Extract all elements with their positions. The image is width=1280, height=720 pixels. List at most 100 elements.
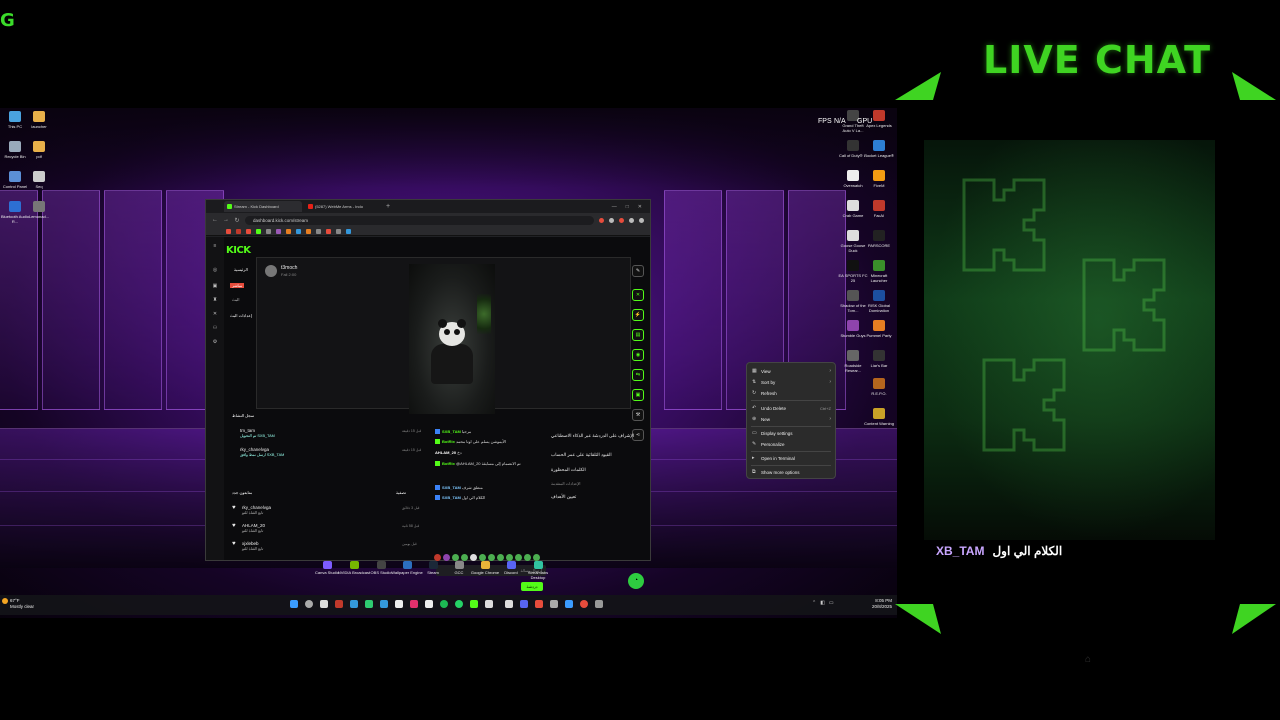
context-item-personalize[interactable]: ✎ Personalize xyxy=(752,439,831,449)
menu-banned-words[interactable]: الكلمات المحظورة xyxy=(551,467,586,473)
bookmark-icon[interactable] xyxy=(286,228,291,234)
desktop-icon-seq[interactable]: Seq xyxy=(24,171,54,189)
emote-icon[interactable] xyxy=(470,554,477,561)
system-tray[interactable]: ⌃◧▭ xyxy=(812,600,838,606)
context-item-show-more[interactable]: ⧉ Show more options xyxy=(752,467,831,477)
desktop-icon-fivem[interactable]: FiveM xyxy=(864,170,894,188)
trophy-icon[interactable]: ♜ xyxy=(211,297,219,303)
tab-kick-dashboard[interactable]: Stream - Kick Dashboard xyxy=(224,201,302,212)
menu-ai-moderation[interactable]: الإشراف على الدردشة عبر الذكاء الاصطناعي xyxy=(551,433,634,439)
emote-icon[interactable] xyxy=(524,554,531,561)
mod-tool-icon[interactable]: ✕ xyxy=(632,289,644,301)
context-item-view[interactable]: ▦ View › xyxy=(752,366,831,376)
emote-icon[interactable] xyxy=(533,554,540,561)
nav-stream[interactable]: البث xyxy=(232,297,239,302)
desktop-icon-rocket-league[interactable]: Rocket League® xyxy=(864,140,894,158)
instagram-icon[interactable] xyxy=(410,600,418,608)
store-icon[interactable] xyxy=(395,600,403,608)
forward-icon[interactable]: → xyxy=(223,217,229,223)
bookmark-icon[interactable] xyxy=(346,228,351,234)
clock[interactable]: 8:05 PM 20/8/2025 xyxy=(866,598,892,610)
context-item-open-terminal[interactable]: ▸ Open in Terminal xyxy=(752,453,831,463)
filter-button[interactable]: تصفية xyxy=(396,490,406,495)
kick-logo[interactable]: KICK xyxy=(226,245,251,256)
close-icon[interactable]: ✕ xyxy=(638,204,642,210)
bookmark-icon[interactable] xyxy=(256,228,261,234)
kick-icon[interactable] xyxy=(470,600,478,608)
extension-icon[interactable] xyxy=(609,217,614,223)
gift-icon[interactable]: ▣ xyxy=(632,389,644,401)
desktop-icon-launcher[interactable]: launcher xyxy=(24,111,54,129)
emote-icon[interactable] xyxy=(479,554,486,561)
menu-account-age[interactable]: القيود التلقائية على عمر الحساب xyxy=(551,452,612,458)
app-icon[interactable] xyxy=(565,600,573,608)
edge-icon[interactable] xyxy=(365,600,373,608)
stream-preview-card[interactable]: t3moch Fall 2:00 xyxy=(256,257,631,414)
app-icon[interactable] xyxy=(535,600,543,608)
menu-set-goals[interactable]: تعيين الأهداف xyxy=(551,494,576,500)
nav-stream-settings[interactable]: إعدادات البث xyxy=(230,313,252,318)
bookmark-icon[interactable] xyxy=(336,228,341,234)
emote-icon[interactable] xyxy=(497,554,504,561)
bolt-icon[interactable]: ⚡ xyxy=(632,309,644,321)
desktop-icon-risk[interactable]: RISK Global Domination xyxy=(864,290,894,313)
maximize-icon[interactable]: □ xyxy=(626,204,629,210)
bookmark-icon[interactable] xyxy=(326,228,331,234)
context-item-sort-by[interactable]: ⇅ Sort by › xyxy=(752,377,831,387)
wrench-icon[interactable]: ⚒ xyxy=(632,409,644,421)
extension-icon[interactable] xyxy=(619,217,624,223)
context-item-undo-delete[interactable]: ↶ Undo Delete Ctrl+Z xyxy=(752,403,831,413)
swap-icon[interactable]: ⇆ xyxy=(632,369,644,381)
app-icon[interactable] xyxy=(595,600,603,608)
app-icon[interactable] xyxy=(350,600,358,608)
bookmark-icon[interactable] xyxy=(276,228,281,234)
url-field[interactable]: dashboard.kick.com/stream xyxy=(245,215,594,225)
search-icon[interactable] xyxy=(305,600,313,608)
profile-icon[interactable] xyxy=(639,217,644,223)
chrome-icon[interactable] xyxy=(580,600,588,608)
help-button[interactable]: ◔ xyxy=(628,573,644,589)
spotify-icon[interactable] xyxy=(440,600,448,608)
nav-home[interactable]: الرئيسية xyxy=(234,267,248,272)
bookmark-icon[interactable] xyxy=(266,228,271,234)
users-icon[interactable]: ⚇ xyxy=(211,325,219,331)
emote-icon[interactable] xyxy=(443,554,450,561)
extension-icon[interactable] xyxy=(629,217,634,223)
extension-icon[interactable] xyxy=(599,217,604,223)
desktop-icon-pummel[interactable]: Pummel Party xyxy=(864,320,894,338)
tab-youtube[interactable]: (5287) WebMe Arms - Indo xyxy=(305,201,383,212)
dashboard-icon[interactable]: ◎ xyxy=(211,267,219,273)
minimize-icon[interactable]: — xyxy=(612,204,617,210)
edit-icon[interactable]: ✎ xyxy=(632,265,644,277)
bookmark-icon[interactable] xyxy=(246,228,251,234)
bookmark-icon[interactable] xyxy=(316,228,321,234)
browser-window[interactable]: Stream - Kick Dashboard (5287) WebMe Arm… xyxy=(205,199,651,591)
reload-icon[interactable]: ↻ xyxy=(234,217,240,224)
emote-icon[interactable] xyxy=(461,554,468,561)
bookmark-icon[interactable] xyxy=(236,228,241,234)
bookmark-icon[interactable] xyxy=(226,228,231,234)
desktop-icon-lemonade[interactable]: Lemonad... xyxy=(24,201,54,219)
chat-send-button[interactable]: دردشة xyxy=(521,582,543,591)
desktop-icon-minecraft[interactable]: Minecraft Launcher xyxy=(864,260,894,283)
task-view-icon[interactable] xyxy=(320,600,328,608)
context-item-display-settings[interactable]: ▭ Display settings xyxy=(752,428,831,438)
discord-icon[interactable] xyxy=(520,600,528,608)
emote-icon[interactable] xyxy=(506,554,513,561)
desktop-icon-liars-bar[interactable]: Liar's Bar xyxy=(864,350,894,368)
app-icon[interactable] xyxy=(505,600,513,608)
note-icon[interactable]: ▤ xyxy=(632,329,644,341)
whatsapp-icon[interactable] xyxy=(455,600,463,608)
app-icon[interactable] xyxy=(425,600,433,608)
emote-icon[interactable] xyxy=(515,554,522,561)
app-icon[interactable] xyxy=(485,600,493,608)
app-icon[interactable] xyxy=(550,600,558,608)
chat-icon[interactable]: ◉ xyxy=(632,349,644,361)
desktop-icon-parscore[interactable]: PARSCORE xyxy=(864,230,894,248)
shortcut-streamlabs[interactable]: Streamlabs Desktop xyxy=(521,561,555,580)
emote-icon[interactable] xyxy=(452,554,459,561)
new-tab-button[interactable]: + xyxy=(386,203,390,210)
bookmark-icon[interactable] xyxy=(296,228,301,234)
desktop-icon-facai[interactable]: FacAI xyxy=(864,200,894,218)
desktop-icon-pdf[interactable]: pdf xyxy=(24,141,54,159)
